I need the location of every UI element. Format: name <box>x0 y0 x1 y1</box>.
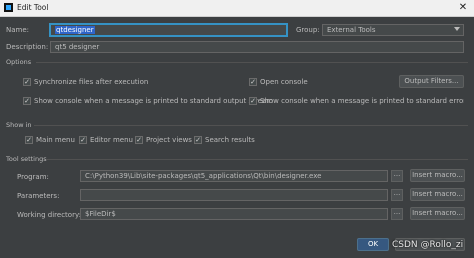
sync-files-checkbox[interactable]: ✓ <box>23 78 31 86</box>
parameters-label: Parameters: <box>17 192 60 200</box>
project-views-checkbox[interactable]: ✓ <box>135 136 143 144</box>
app-icon <box>4 3 13 12</box>
parameters-insert-macro-button[interactable]: Insert macro... <box>410 188 465 201</box>
open-console-checkbox[interactable]: ✓ <box>249 78 257 86</box>
sync-files-label: Synchronize files after execution <box>34 78 149 86</box>
tool-settings-divider <box>46 159 468 160</box>
name-label: Name: <box>6 26 30 34</box>
show-console-stderr-checkbox[interactable]: ✓ <box>249 97 257 105</box>
search-results-label: Search results <box>205 136 255 144</box>
group-dropdown[interactable]: External Tools <box>322 24 464 36</box>
working-directory-label: Working directory: <box>17 211 81 219</box>
title-bar: Edit Tool ✕ <box>0 0 474 17</box>
show-console-stderr-label: Show console when a message is printed t… <box>260 97 464 105</box>
main-menu-label: Main menu <box>36 136 75 144</box>
close-icon[interactable]: ✕ <box>455 0 471 16</box>
program-label: Program: <box>17 173 49 181</box>
open-console-label: Open console <box>260 78 308 86</box>
name-value: qtdesigner <box>55 26 95 34</box>
program-input[interactable]: C:\Python39\Lib\site-packages\qt5_applic… <box>80 170 388 182</box>
name-input[interactable]: qtdesigner <box>50 24 287 36</box>
working-directory-insert-macro-button[interactable]: Insert macro... <box>410 207 465 220</box>
group-value: External Tools <box>327 26 376 34</box>
search-results-checkbox[interactable]: ✓ <box>194 136 202 144</box>
window-title: Edit Tool <box>17 3 49 12</box>
ok-button[interactable]: OK <box>357 238 389 251</box>
show-in-divider <box>34 125 468 126</box>
options-section-title: Options <box>6 58 32 66</box>
show-console-stdout-checkbox[interactable]: ✓ <box>23 97 31 105</box>
group-label: Group: <box>296 26 320 34</box>
description-label: Description: <box>6 43 49 51</box>
tool-settings-section-title: Tool settings <box>6 155 47 163</box>
editor-menu-label: Editor menu <box>90 136 133 144</box>
program-insert-macro-button[interactable]: Insert macro... <box>410 169 465 182</box>
options-divider <box>36 62 468 63</box>
program-browse-button[interactable]: ... <box>391 170 403 182</box>
output-filters-button[interactable]: Output Filters... <box>399 75 464 88</box>
watermark-text: CSDN @Rollo_zi <box>392 240 464 250</box>
parameters-input[interactable] <box>80 189 388 201</box>
description-input[interactable]: qt5 designer <box>50 41 464 53</box>
working-directory-browse-button[interactable]: ... <box>391 208 403 220</box>
show-in-section-title: Show in <box>6 121 32 129</box>
chevron-down-icon <box>454 27 460 31</box>
editor-menu-checkbox[interactable]: ✓ <box>79 136 87 144</box>
project-views-label: Project views <box>146 136 192 144</box>
working-directory-input[interactable]: $FileDir$ <box>80 208 388 220</box>
show-console-stdout-label: Show console when a message is printed t… <box>34 97 274 105</box>
parameters-browse-button[interactable]: ... <box>391 189 403 201</box>
main-menu-checkbox[interactable]: ✓ <box>25 136 33 144</box>
